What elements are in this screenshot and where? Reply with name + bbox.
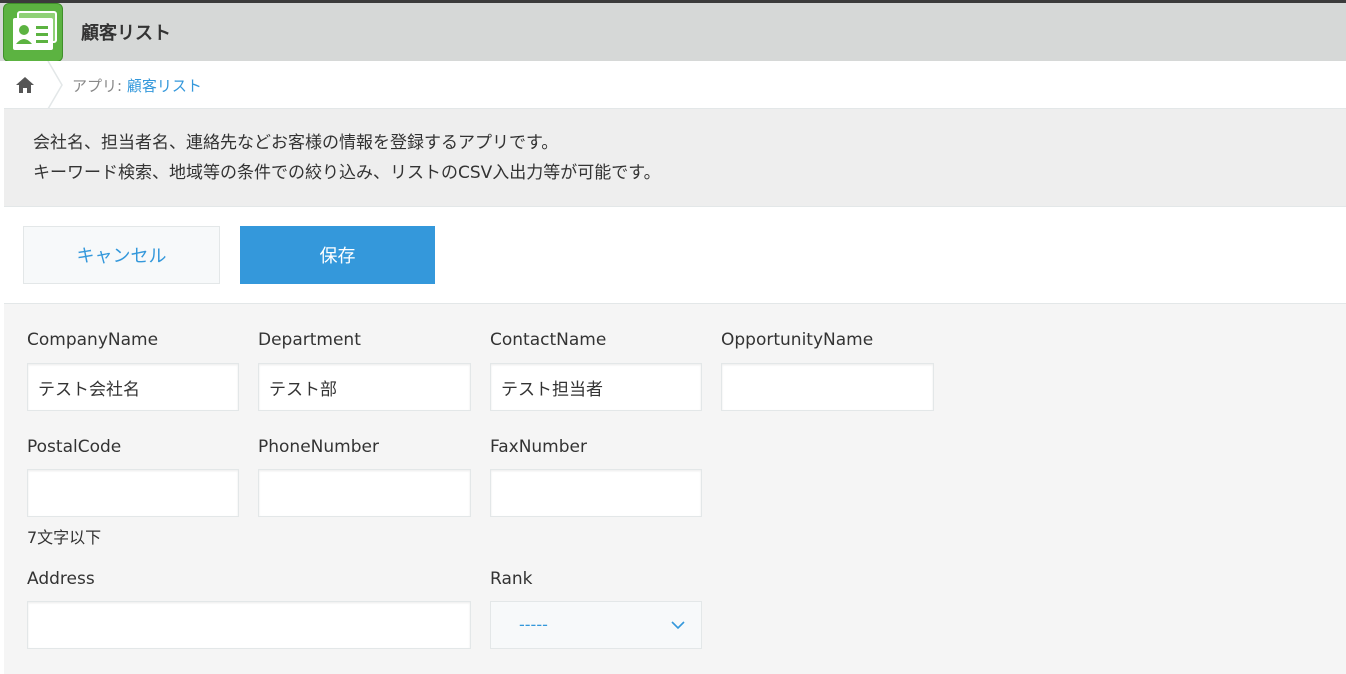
rank-label: Rank [490, 569, 533, 589]
rank-selected-value: ----- [519, 615, 548, 634]
rank-select[interactable]: ----- [490, 601, 702, 649]
fax-number-label: FaxNumber [490, 437, 587, 457]
app-header: 顧客リスト [0, 3, 1346, 62]
save-button[interactable]: 保存 [240, 226, 435, 284]
department-label: Department [258, 330, 361, 350]
address-field[interactable] [27, 601, 471, 649]
breadcrumb: アプリ: 顧客リスト [4, 61, 1346, 109]
fax-number-field[interactable] [490, 469, 702, 517]
company-name-label: CompanyName [27, 330, 159, 350]
record-form: CompanyName Department ContactName Oppor… [4, 304, 1346, 674]
record-toolbar: キャンセル 保存 [4, 207, 1346, 304]
department-field[interactable] [258, 363, 471, 411]
contact-name-label: ContactName [490, 330, 607, 350]
description-line-2: キーワード検索、地域等の条件での絞り込み、リストのCSV入出力等が可能です。 [33, 163, 661, 183]
app-description: 会社名、担当者名、連絡先などお客様の情報を登録するアプリです。 キーワード検索、… [4, 109, 1346, 207]
customer-card-icon[interactable] [3, 3, 63, 62]
app-title: 顧客リスト [81, 23, 171, 44]
breadcrumb-prefix: アプリ: [72, 77, 127, 95]
opportunity-name-field[interactable] [721, 363, 934, 411]
address-label: Address [27, 569, 95, 589]
postal-code-field[interactable] [27, 469, 239, 517]
company-name-field[interactable] [27, 363, 239, 411]
breadcrumb-separator-icon [47, 61, 63, 109]
breadcrumb-app-link[interactable]: 顧客リスト [127, 77, 202, 95]
opportunity-name-label: OpportunityName [721, 330, 874, 350]
description-line-1: 会社名、担当者名、連絡先などお客様の情報を登録するアプリです。 [33, 133, 559, 153]
phone-number-label: PhoneNumber [258, 437, 379, 457]
chevron-down-icon [671, 621, 685, 630]
contact-name-field[interactable] [490, 363, 702, 411]
postal-code-label: PostalCode [27, 437, 122, 457]
breadcrumb-path: アプリ: 顧客リスト [72, 75, 202, 96]
home-icon[interactable] [14, 75, 36, 95]
cancel-button[interactable]: キャンセル [23, 226, 220, 284]
phone-number-field[interactable] [258, 469, 471, 517]
postal-code-note: 7文字以下 [27, 528, 102, 547]
